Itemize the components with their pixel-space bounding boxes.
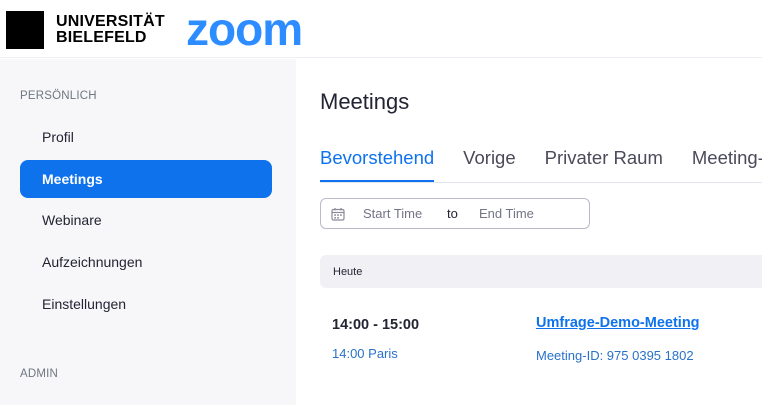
tab-meeting-templates[interactable]: Meeting-Vorlagen — [692, 145, 762, 182]
meeting-id: Meeting-ID: 975 0395 1802 — [536, 348, 694, 363]
page-title: Meetings — [320, 89, 410, 114]
calendar-icon — [331, 207, 345, 221]
sidebar-item-webinare[interactable]: Webinare — [20, 201, 272, 239]
university-name-line1: UNIVERSITÄT — [56, 13, 165, 30]
tab-personal-room[interactable]: Privater Raum — [545, 145, 663, 182]
sidebar-item-label: Profil — [42, 129, 74, 145]
university-logo-text: UNIVERSITÄT BIELEFELD — [56, 14, 165, 46]
meeting-topic-link[interactable]: Umfrage-Demo-Meeting — [536, 315, 700, 331]
sidebar-item-meetings[interactable]: Meetings — [20, 160, 272, 198]
zoom-logo[interactable]: zoom — [186, 4, 303, 54]
date-range-picker[interactable]: Start Time to End Time — [320, 198, 590, 229]
meeting-time-range: 14:00 - 15:00 — [332, 317, 420, 333]
sidebar-item-label: Einstellungen — [42, 296, 127, 312]
sidebar-item-label: Webinare — [42, 212, 102, 228]
day-group-header: Heute — [320, 255, 762, 288]
section-title-personal: PERSÖNLICH — [20, 90, 97, 102]
meeting-list-item: 14:00 - 15:00 14:00 Paris Umfrage-Demo-M… — [320, 309, 762, 379]
start-time-input[interactable]: Start Time — [363, 206, 447, 221]
meeting-tabs: Bevorstehend Vorige Privater Raum Meeting-V… — [320, 145, 762, 183]
university-logo-square — [6, 11, 44, 49]
university-logo[interactable]: UNIVERSITÄT BIELEFELD — [6, 11, 165, 49]
sidebar-item-label: Aufzeichnungen — [42, 254, 143, 270]
sidebar-item-profil[interactable]: Profil — [20, 118, 272, 156]
section-title-admin: ADMIN — [20, 368, 59, 380]
main-content: Meetings Bevorstehend Vorige Privater Raum… — [296, 59, 762, 405]
end-time-input[interactable]: End Time — [479, 206, 534, 221]
tab-upcoming[interactable]: Bevorstehend — [320, 145, 435, 182]
sidebar: PERSÖNLICH Profil Meetings Webinare Aufz… — [0, 59, 296, 405]
tab-previous[interactable]: Vorige — [463, 145, 515, 182]
day-group-label: Heute — [333, 265, 363, 278]
sidebar-item-label: Meetings — [42, 171, 103, 187]
sidebar-item-einstellungen[interactable]: Einstellungen — [20, 285, 272, 323]
sidebar-item-aufzeichnungen[interactable]: Aufzeichnungen — [20, 243, 272, 281]
university-name-line2: BIELEFELD — [56, 29, 147, 46]
top-bar: UNIVERSITÄT BIELEFELD zoom — [0, 0, 762, 58]
date-range-separator: to — [447, 206, 458, 221]
meeting-local-time: 14:00 Paris — [332, 346, 398, 361]
